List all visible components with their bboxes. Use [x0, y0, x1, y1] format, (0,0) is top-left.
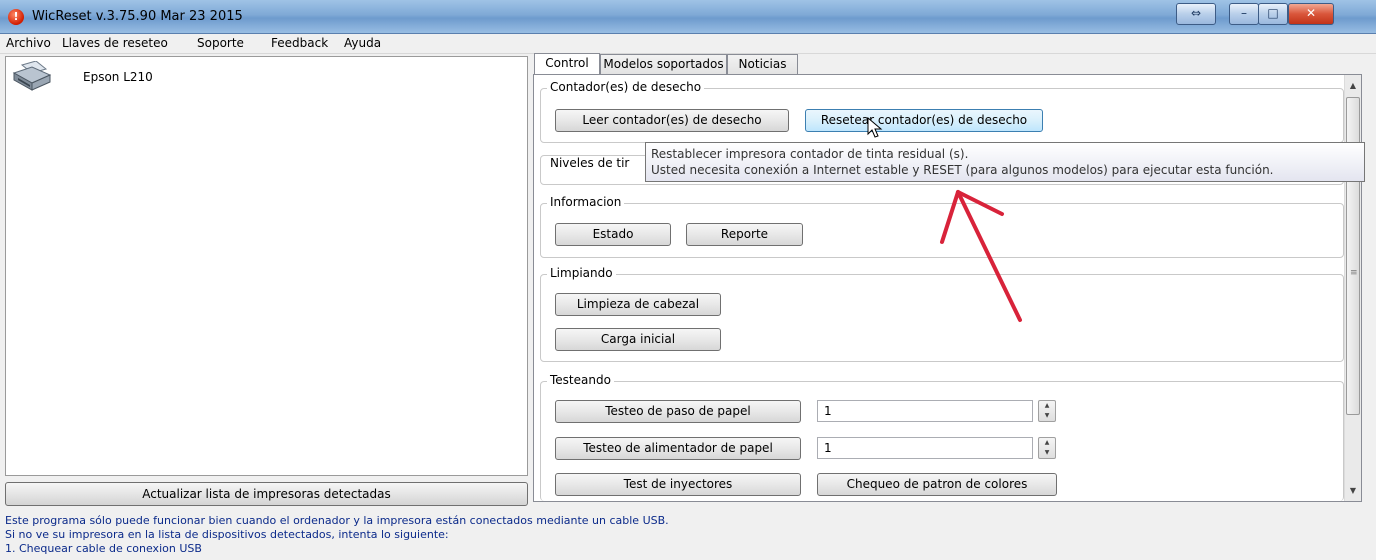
paper-feed-test-button[interactable]: Testeo de paso de papel: [555, 400, 801, 423]
printer-list-item[interactable]: Epson L210: [8, 59, 524, 97]
spin-down-icon[interactable]: ▼: [1039, 448, 1055, 458]
reset-tooltip: Restablecer impresora contador de tinta …: [645, 142, 1365, 182]
spin-up-icon[interactable]: ▲: [1039, 438, 1055, 448]
spin-down-icon[interactable]: ▼: [1039, 411, 1055, 421]
info-line-3: 1. Chequear cable de conexion USB: [5, 542, 202, 555]
vertical-scrollbar[interactable]: ▲ ≡ ▼: [1344, 75, 1361, 501]
paper-feeder-test-button[interactable]: Testeo de alimentador de papel: [555, 437, 801, 460]
tab-modelos-soportados[interactable]: Modelos soportados: [600, 54, 727, 74]
title-bar: ! WicReset v.3.75.90 Mar 23 2015 ⇔ – □ ✕: [0, 0, 1376, 34]
ink-levels-title: Niveles de tir: [547, 156, 633, 170]
paper-feed-spinner[interactable]: ▲ ▼: [1038, 400, 1056, 422]
waste-counter-title: Contador(es) de desecho: [547, 80, 705, 94]
paper-feeder-spinner[interactable]: ▲ ▼: [1038, 437, 1056, 459]
annotation-arrow-icon: [940, 190, 1022, 322]
update-printer-list-button[interactable]: Actualizar lista de impresoras detectada…: [5, 482, 528, 506]
cleaning-title: Limpiando: [547, 266, 616, 280]
nozzle-test-button[interactable]: Test de inyectores: [555, 473, 801, 496]
tab-noticias[interactable]: Noticias: [727, 54, 798, 74]
report-button[interactable]: Reporte: [686, 223, 803, 246]
status-button[interactable]: Estado: [555, 223, 671, 246]
printer-name: Epson L210: [83, 70, 153, 84]
tab-control[interactable]: Control: [534, 53, 600, 74]
app-warning-icon: !: [8, 9, 24, 25]
reset-waste-counter-button[interactable]: Resetear contador(es) de desecho: [805, 109, 1043, 132]
info-line-1: Este programa sólo puede funcionar bien …: [5, 514, 669, 527]
mouse-cursor-icon: [867, 117, 883, 138]
info-line-2: Si no ve su impresora en la lista de dis…: [5, 528, 449, 541]
menu-bar: Archivo Llaves de reseteo Soporte Feedba…: [0, 34, 1376, 54]
menu-feedback[interactable]: Feedback: [271, 36, 328, 50]
maximize-button[interactable]: □: [1258, 3, 1288, 25]
window-title: WicReset v.3.75.90 Mar 23 2015: [32, 9, 243, 24]
usb-info-text: Este programa sólo puede funcionar bien …: [5, 514, 1371, 556]
information-title: Informacion: [547, 195, 625, 209]
read-waste-counter-button[interactable]: Leer contador(es) de desecho: [555, 109, 789, 132]
tooltip-line-2: Usted necesita conexión a Internet estab…: [651, 163, 1274, 177]
grip-icon: ≡: [1350, 268, 1358, 278]
waste-counter-group: Contador(es) de desecho Leer contador(es…: [540, 80, 1344, 143]
paper-feed-count-input[interactable]: 1: [817, 400, 1033, 422]
menu-archivo[interactable]: Archivo: [6, 36, 51, 50]
color-pattern-check-button[interactable]: Chequeo de patron de colores: [817, 473, 1057, 496]
printer-list[interactable]: Epson L210: [5, 56, 528, 476]
restore-icon[interactable]: ⇔: [1176, 3, 1216, 25]
spin-up-icon[interactable]: ▲: [1039, 401, 1055, 411]
menu-ayuda[interactable]: Ayuda: [344, 36, 381, 50]
tooltip-line-1: Restablecer impresora contador de tinta …: [651, 147, 969, 161]
scroll-up-icon[interactable]: ▲: [1345, 77, 1361, 94]
head-cleaning-button[interactable]: Limpieza de cabezal: [555, 293, 721, 316]
scroll-down-icon[interactable]: ▼: [1345, 482, 1361, 499]
initial-charge-button[interactable]: Carga inicial: [555, 328, 721, 351]
testing-group: Testeando Testeo de paso de papel 1 ▲ ▼ T…: [540, 373, 1344, 501]
paper-feeder-count-input[interactable]: 1: [817, 437, 1033, 459]
printer-icon: [12, 61, 52, 91]
testing-title: Testeando: [547, 373, 614, 387]
minimize-button[interactable]: –: [1229, 3, 1259, 25]
close-button[interactable]: ✕: [1288, 3, 1334, 25]
menu-soporte[interactable]: Soporte: [197, 36, 244, 50]
menu-llaves-de-reseteo[interactable]: Llaves de reseteo: [62, 36, 168, 50]
